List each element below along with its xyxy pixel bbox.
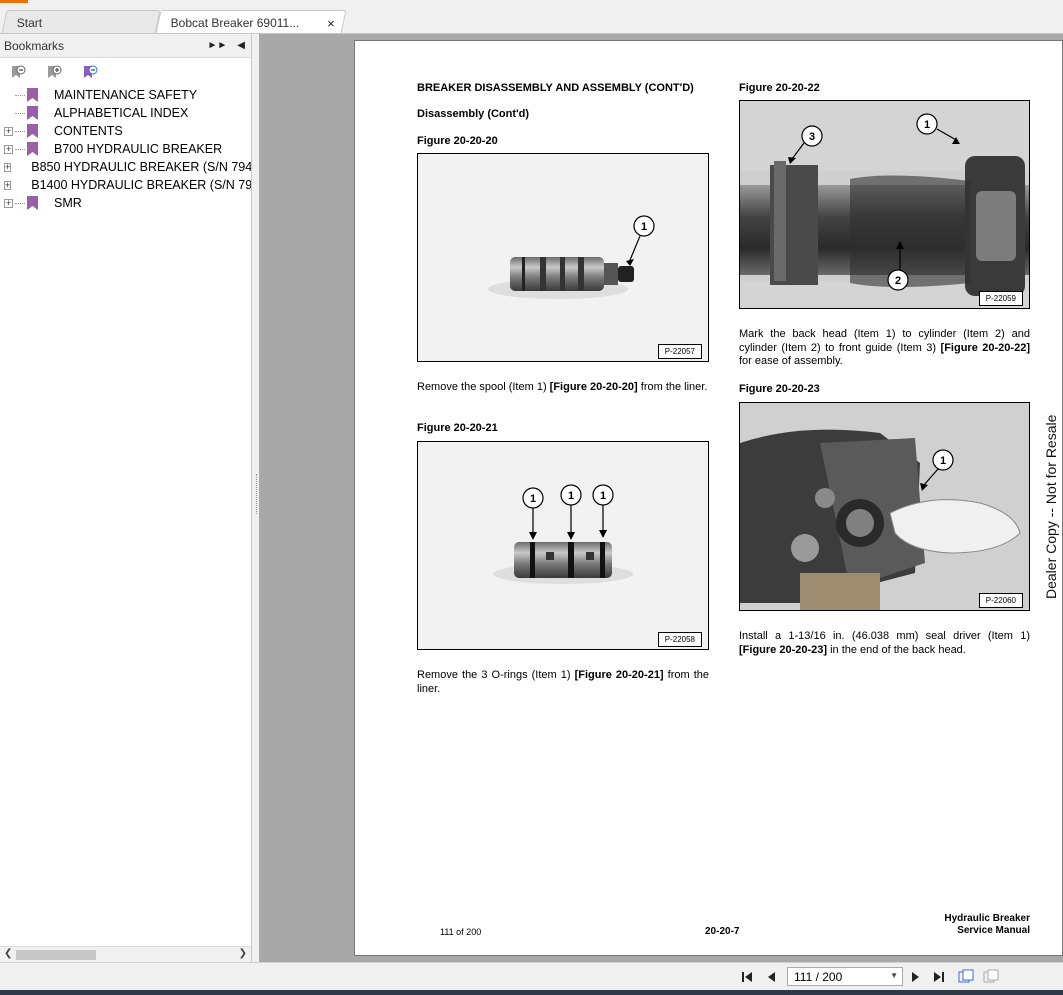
bookmark-goto-icon[interactable] <box>82 64 98 80</box>
tab-start-label: Start <box>16 16 43 30</box>
figure-image-orings: 1 1 1 P-22058 <box>417 441 709 650</box>
figure-image-cylinder: 3 1 2 P-22059 <box>739 100 1030 309</box>
callout-label: 1 <box>600 490 606 502</box>
scrollbar-thumb[interactable] <box>16 950 96 960</box>
bookmark-item[interactable]: MAINTENANCE SAFETY <box>4 86 251 104</box>
page-indicator: 111 / 200 <box>794 970 843 984</box>
bookmarks-title: Bookmarks <box>4 38 65 53</box>
footer-section-number: 20-20-7 <box>705 926 740 937</box>
expand-panel-icon[interactable]: ►► <box>208 40 228 51</box>
callout-label: 1 <box>568 490 574 502</box>
expand-icon[interactable]: + <box>4 126 13 136</box>
expand-icon[interactable]: + <box>4 198 13 208</box>
tab-start[interactable]: Start <box>1 10 161 34</box>
bookmark-label: ALPHABETICAL INDEX <box>54 106 189 120</box>
document-viewer[interactable]: BREAKER DISASSEMBLY AND ASSEMBLY (CONT'D… <box>259 34 1063 962</box>
bookmark-label: B700 HYDRAULIC BREAKER <box>54 142 223 156</box>
taskbar-edge <box>0 990 1063 995</box>
callout-label: 1 <box>641 221 647 233</box>
section-heading: BREAKER DISASSEMBLY AND ASSEMBLY (CONT'D… <box>417 82 694 94</box>
previous-page-icon[interactable] <box>764 969 780 985</box>
figure-code: P-22057 <box>657 344 702 359</box>
expand-icon[interactable]: + <box>4 144 13 154</box>
figure-code: P-22060 <box>978 593 1023 608</box>
scroll-right-icon[interactable]: ❯ <box>239 948 247 959</box>
page-number-select[interactable]: 111 / 200 ▼ <box>787 967 903 986</box>
instruction-text: Remove the spool (Item 1) [Figure 20-20-… <box>417 381 708 393</box>
tree-connector <box>15 202 25 204</box>
bookmark-add-icon[interactable] <box>46 64 62 80</box>
first-page-icon[interactable] <box>739 969 755 985</box>
figure-image-seal-driver: 1 P-22060 <box>739 402 1030 611</box>
bookmark-item[interactable]: + B850 HYDRAULIC BREAKER (S/N 7940 <box>4 158 251 176</box>
expand-icon[interactable]: + <box>4 162 12 172</box>
collapse-panel-icon[interactable]: ◀ <box>237 40 245 51</box>
instruction-text: Remove the 3 O-rings (Item 1) [Figure 20… <box>417 669 710 695</box>
bookmark-label: SMR <box>54 196 82 210</box>
bookmark-label: MAINTENANCE SAFETY <box>54 88 198 102</box>
callout-label: 2 <box>895 275 901 287</box>
footer-page-count: 111 of 200 <box>440 927 482 937</box>
bookmark-label: B850 HYDRAULIC BREAKER (S/N 7940 <box>31 160 251 174</box>
tab-document-label: Bobcat Breaker 69011... <box>170 16 300 30</box>
scroll-left-icon[interactable]: ❮ <box>4 948 12 959</box>
tree-connector <box>15 130 25 132</box>
callout-label: 1 <box>924 119 930 131</box>
navigation-bar: 111 / 200 ▼ <box>0 962 1063 990</box>
last-page-icon[interactable] <box>931 969 947 985</box>
bookmark-icon <box>27 142 38 156</box>
bookmarks-panel: Bookmarks ►► ◀ MAINTENANCE SAFETY ALPHABE… <box>0 34 252 962</box>
chevron-down-icon[interactable]: ▼ <box>890 971 898 980</box>
bookmark-label: B1400 HYDRAULIC BREAKER (S/N 797 <box>31 178 251 192</box>
tree-connector <box>15 94 25 96</box>
figure-title: Figure 20-20-23 <box>739 383 820 395</box>
figure-code: P-22059 <box>978 291 1023 306</box>
tab-document[interactable]: Bobcat Breaker 69011... × <box>155 10 347 34</box>
bookmark-icon <box>27 88 38 102</box>
bookmark-tree: MAINTENANCE SAFETY ALPHABETICAL INDEX + CON… <box>0 86 251 212</box>
bookmarks-toolbar <box>0 58 251 86</box>
fit-width-icon[interactable] <box>983 969 999 985</box>
instruction-text: Install a 1-13/16 in. (46.038 mm) seal d… <box>739 630 1030 656</box>
callout-label: 1 <box>530 493 536 505</box>
document-page: BREAKER DISASSEMBLY AND ASSEMBLY (CONT'D… <box>354 40 1063 956</box>
next-page-icon[interactable] <box>907 969 923 985</box>
expand-icon[interactable]: + <box>4 180 12 190</box>
callout-label: 3 <box>809 131 815 143</box>
tab-strip: Start Bobcat Breaker 69011... × <box>0 0 1063 34</box>
tree-connector <box>15 148 25 150</box>
figure-code: P-22058 <box>657 632 702 647</box>
bookmarks-header: Bookmarks ►► ◀ <box>0 34 251 58</box>
watermark-text: Dealer Copy -- Not for Resale <box>1043 414 1059 599</box>
figure-title: Figure 20-20-20 <box>417 135 498 147</box>
fit-page-icon[interactable] <box>958 969 974 985</box>
figure-title: Figure 20-20-21 <box>417 422 498 434</box>
tree-connector <box>15 112 25 114</box>
instruction-text: Mark the back head (Item 1) to cylinder … <box>739 328 1030 367</box>
bookmark-item[interactable]: + SMR <box>4 194 251 212</box>
section-subheading: Disassembly (Cont'd) <box>417 108 530 120</box>
bookmark-icon <box>27 124 38 138</box>
figure-image-spool: 1 P-22057 <box>417 153 709 362</box>
figure-title: Figure 20-20-22 <box>739 82 820 94</box>
bookmark-item[interactable]: + B1400 HYDRAULIC BREAKER (S/N 797 <box>4 176 251 194</box>
bookmark-item[interactable]: + B700 HYDRAULIC BREAKER <box>4 140 251 158</box>
close-icon[interactable]: × <box>327 16 335 31</box>
bookmark-item[interactable]: + CONTENTS <box>4 122 251 140</box>
bookmark-label: CONTENTS <box>54 124 123 138</box>
bookmark-remove-icon[interactable] <box>10 64 26 80</box>
bookmark-item[interactable]: ALPHABETICAL INDEX <box>4 104 251 122</box>
bookmark-icon <box>27 106 38 120</box>
bookmarks-horizontal-scrollbar[interactable]: ❮ ❯ <box>0 946 251 962</box>
app-accent-bar <box>0 0 28 3</box>
bookmark-icon <box>27 196 38 210</box>
footer-manual-title: Hydraulic Breaker Service Manual <box>944 913 1030 936</box>
callout-label: 1 <box>940 455 946 467</box>
